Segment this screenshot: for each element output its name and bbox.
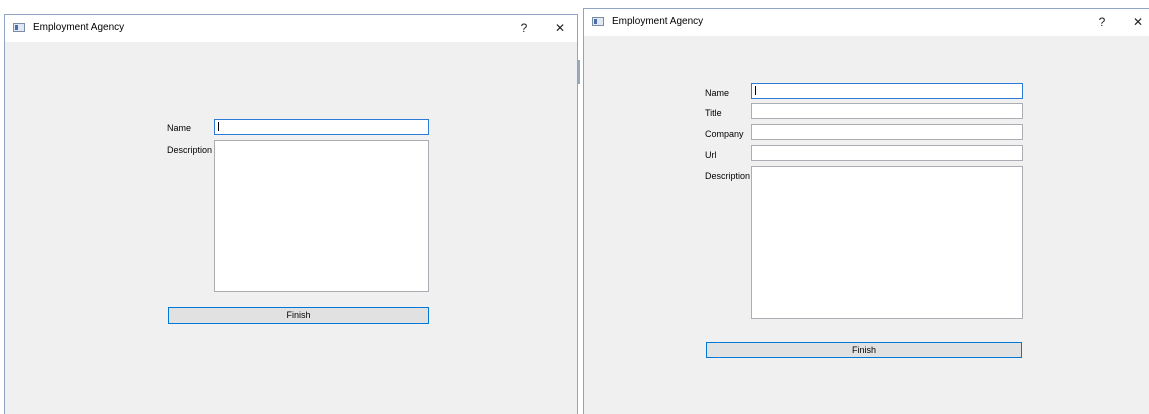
name-input[interactable] [751, 83, 1023, 99]
help-button[interactable]: ? [1090, 13, 1114, 31]
dialog-window-detailed: Employment Agency ? ✕ Name Title Company… [583, 8, 1149, 414]
title-bar: Employment Agency ? ✕ [5, 15, 577, 42]
company-label: Company [705, 129, 744, 139]
name-label: Name [167, 123, 192, 133]
description-label: Description [705, 171, 751, 181]
company-input[interactable] [751, 124, 1023, 140]
text-caret [755, 86, 756, 95]
title-label: Title [705, 108, 722, 118]
finish-button[interactable]: Finish [706, 342, 1022, 358]
name-input[interactable] [214, 119, 429, 135]
text-caret [218, 122, 219, 131]
window-edge-divider [578, 60, 580, 84]
window-title: Employment Agency [612, 16, 704, 27]
url-label: Url [705, 150, 717, 160]
window-title: Employment Agency [33, 22, 125, 33]
url-input[interactable] [751, 145, 1023, 161]
dialog-window-simple: Employment Agency ? ✕ Name Description F… [4, 14, 578, 414]
app-window-icon [592, 17, 604, 26]
description-label: Description [167, 145, 213, 155]
close-button[interactable]: ✕ [1126, 13, 1149, 31]
title-bar: Employment Agency ? ✕ [584, 9, 1149, 36]
finish-button[interactable]: Finish [168, 307, 429, 324]
name-label: Name [705, 88, 730, 98]
description-textarea[interactable] [751, 166, 1023, 319]
title-input[interactable] [751, 103, 1023, 119]
close-button[interactable]: ✕ [548, 19, 572, 37]
description-textarea[interactable] [214, 140, 429, 292]
help-button[interactable]: ? [512, 19, 536, 37]
app-window-icon [13, 23, 25, 32]
